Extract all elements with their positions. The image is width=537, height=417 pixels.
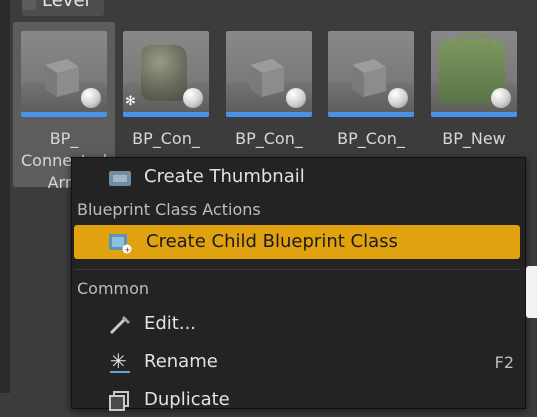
menu-item-create-thumbnail[interactable]: Create Thumbnail <box>72 160 522 194</box>
menu-item-duplicate[interactable]: Duplicate <box>72 383 522 417</box>
adjacent-panel-edge <box>526 266 537 318</box>
svg-text:+: + <box>125 246 131 254</box>
cube-icon <box>352 59 386 97</box>
folder-icon <box>22 0 36 10</box>
menu-item-label: Create Thumbnail <box>144 166 305 187</box>
menu-item-edit[interactable]: Edit... <box>72 307 522 341</box>
menu-item-create-child-blueprint[interactable]: + Create Child Blueprint Class <box>74 225 520 259</box>
left-panel-edge <box>0 0 10 393</box>
asset-type-bar <box>431 112 517 117</box>
asset-thumbnail <box>431 31 517 117</box>
context-menu: Create Thumbnail Blueprint Class Actions… <box>71 157 526 411</box>
svg-text:✳: ✳ <box>110 352 127 373</box>
cube-icon <box>45 59 79 97</box>
menu-separator <box>74 269 520 270</box>
sphere-icon <box>388 88 408 108</box>
asset-type-bar <box>226 112 312 117</box>
menu-item-label: Edit... <box>144 313 197 334</box>
sphere-icon <box>491 88 511 108</box>
asset-name: BP_Con_ <box>337 129 405 148</box>
asset-thumbnail <box>328 31 414 117</box>
section-header: Blueprint Class Actions <box>77 200 261 219</box>
rename-icon: ✳ <box>110 352 130 373</box>
rock-icon <box>141 45 187 101</box>
duplicate-icon <box>109 391 129 411</box>
menu-item-label: Create Child Blueprint Class <box>146 231 398 252</box>
menu-item-label: Rename <box>144 351 218 372</box>
sphere-icon <box>286 88 306 108</box>
asset-thumbnail <box>226 31 312 117</box>
asset-type-bar <box>21 112 107 117</box>
menu-item-label: Duplicate <box>144 389 230 410</box>
gear-icon: ✻ <box>125 94 136 109</box>
asset-name: BP_Con_ <box>132 129 200 148</box>
sphere-icon <box>183 88 203 108</box>
menu-item-rename[interactable]: ✳ Rename F2 <box>72 345 522 379</box>
child-blueprint-icon: + <box>109 234 132 254</box>
asset-name: BP_Con_ <box>235 129 303 148</box>
edit-icon <box>109 316 130 335</box>
asset-name: BP_New <box>442 129 506 148</box>
thumbnail-icon <box>109 171 131 186</box>
asset-thumbnail: ✻ <box>123 31 209 117</box>
section-header: Common <box>77 279 150 298</box>
sphere-icon <box>81 88 101 108</box>
shortcut-label: F2 <box>494 353 514 372</box>
asset-type-bar <box>123 112 209 117</box>
cube-icon <box>250 59 284 97</box>
folder-header[interactable]: Level <box>22 0 104 16</box>
asset-thumbnail <box>21 31 107 117</box>
asset-type-bar <box>328 112 414 117</box>
folder-label: Level <box>42 0 90 11</box>
